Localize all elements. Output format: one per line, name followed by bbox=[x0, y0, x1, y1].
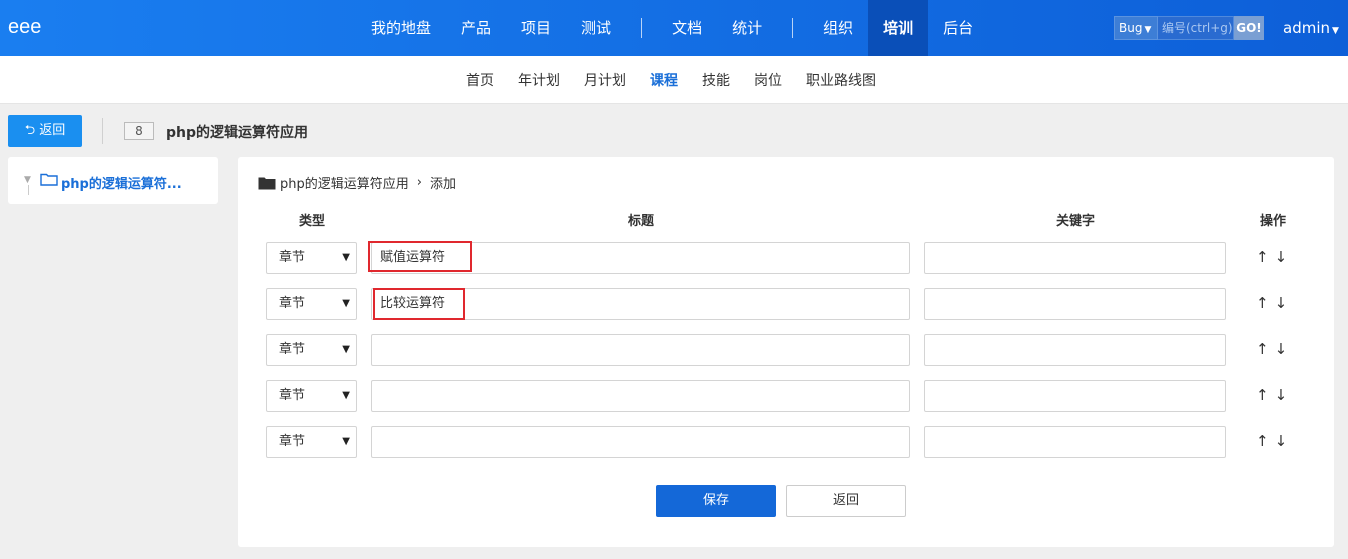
title-input[interactable]: 赋值运算符 bbox=[371, 242, 910, 274]
nav-item-my[interactable]: 我的地盘 bbox=[356, 0, 446, 56]
main-nav: 我的地盘 产品 项目 测试 文档 统计 组织 培训 后台 bbox=[356, 0, 988, 56]
caret-down-icon: ▼ bbox=[342, 390, 350, 401]
keywords-input[interactable] bbox=[924, 288, 1226, 320]
search-go-button[interactable]: GO! bbox=[1234, 16, 1264, 40]
search-type-select[interactable]: Bug ▼ bbox=[1114, 16, 1158, 40]
back-button-label: 返回 bbox=[39, 123, 66, 138]
arrow-up-icon[interactable]: ↑ bbox=[1256, 294, 1269, 312]
search-input[interactable]: 编号(ctrl+g) bbox=[1158, 16, 1234, 40]
keywords-input[interactable] bbox=[924, 380, 1226, 412]
brand-logo[interactable]: eee bbox=[8, 16, 41, 39]
nav-item-admin[interactable]: 后台 bbox=[928, 0, 988, 56]
title-input[interactable]: 比较运算符 bbox=[371, 288, 910, 320]
breadcrumb-current: 添加 bbox=[429, 177, 456, 192]
top-navbar: eee 我的地盘 产品 项目 测试 文档 统计 组织 培训 后台 Bug ▼ 编号… bbox=[0, 0, 1348, 56]
undo-icon: ⮌ bbox=[24, 123, 36, 138]
sub-nav: 首页 年计划 月计划 课程 技能 岗位 职业路线图 bbox=[454, 56, 888, 104]
nav-item-doc[interactable]: 文档 bbox=[657, 0, 717, 56]
type-select-value: 章节 bbox=[279, 296, 306, 311]
keywords-input[interactable] bbox=[924, 426, 1226, 458]
nav-item-training[interactable]: 培训 bbox=[868, 0, 929, 56]
save-button[interactable]: 保存 bbox=[656, 485, 776, 517]
keywords-input[interactable] bbox=[924, 334, 1226, 366]
breadcrumb: php的逻辑运算符应用 › 添加 bbox=[258, 173, 456, 192]
caret-down-icon: ▼ bbox=[342, 298, 350, 309]
subnav-item-roadmap[interactable]: 职业路线图 bbox=[794, 70, 888, 90]
header-keywords: 关键字 bbox=[1056, 214, 1096, 229]
user-name: admin bbox=[1283, 19, 1330, 37]
header-title: 标题 bbox=[628, 214, 655, 229]
page-title: php的逻辑运算符应用 bbox=[166, 125, 309, 141]
nav-divider bbox=[641, 18, 643, 38]
caret-down-icon: ▼ bbox=[1144, 25, 1152, 35]
toolbar-divider bbox=[102, 118, 103, 144]
global-search: Bug ▼ 编号(ctrl+g) GO! bbox=[1114, 16, 1264, 40]
subnav-item-yearplan[interactable]: 年计划 bbox=[506, 70, 572, 90]
header-type: 类型 bbox=[299, 214, 326, 229]
arrow-down-icon[interactable]: ↓ bbox=[1275, 432, 1288, 450]
type-select[interactable]: 章节 ▼ bbox=[266, 380, 357, 412]
nav-item-test[interactable]: 测试 bbox=[566, 0, 626, 56]
tree-expand-icon[interactable]: ▼ bbox=[24, 175, 31, 185]
arrow-down-icon[interactable]: ↓ bbox=[1275, 340, 1288, 358]
type-select[interactable]: 章节 ▼ bbox=[266, 288, 357, 320]
nav-item-company[interactable]: 组织 bbox=[808, 0, 868, 56]
row-actions: ↑ ↓ bbox=[1256, 294, 1293, 312]
arrow-down-icon[interactable]: ↓ bbox=[1275, 248, 1288, 266]
course-tree-panel: ▼ php的逻辑运算符... bbox=[8, 157, 218, 204]
tree-line bbox=[28, 185, 29, 195]
user-menu[interactable]: admin ▼ bbox=[1283, 19, 1339, 37]
sub-navbar: 首页 年计划 月计划 课程 技能 岗位 职业路线图 bbox=[0, 56, 1348, 104]
folder-icon bbox=[258, 177, 276, 189]
caret-down-icon: ▼ bbox=[342, 436, 350, 447]
type-select[interactable]: 章节 ▼ bbox=[266, 426, 357, 458]
type-select[interactable]: 章节 ▼ bbox=[266, 334, 357, 366]
search-type-label: Bug bbox=[1119, 21, 1143, 35]
subnav-item-home[interactable]: 首页 bbox=[454, 70, 506, 90]
type-select-value: 章节 bbox=[279, 250, 306, 265]
tree-root-label[interactable]: php的逻辑运算符... bbox=[61, 173, 182, 192]
type-select-value: 章节 bbox=[279, 342, 306, 357]
row-actions: ↑ ↓ bbox=[1256, 432, 1293, 450]
caret-down-icon: ▼ bbox=[342, 252, 350, 263]
subnav-item-monthplan[interactable]: 月计划 bbox=[572, 70, 638, 90]
title-input[interactable] bbox=[371, 426, 910, 458]
arrow-down-icon[interactable]: ↓ bbox=[1275, 294, 1288, 312]
nav-divider bbox=[792, 18, 794, 38]
course-id-badge: 8 bbox=[124, 122, 154, 140]
caret-down-icon: ▼ bbox=[1332, 26, 1339, 36]
subnav-item-course[interactable]: 课程 bbox=[638, 70, 690, 90]
type-select-value: 章节 bbox=[279, 434, 306, 449]
title-input[interactable] bbox=[371, 334, 910, 366]
subnav-item-skill[interactable]: 技能 bbox=[690, 70, 742, 90]
title-input[interactable] bbox=[371, 380, 910, 412]
keywords-input[interactable] bbox=[924, 242, 1226, 274]
header-actions: 操作 bbox=[1260, 214, 1287, 229]
folder-outline-icon bbox=[40, 173, 58, 186]
arrow-up-icon[interactable]: ↑ bbox=[1256, 248, 1269, 266]
type-select-value: 章节 bbox=[279, 388, 306, 403]
nav-item-product[interactable]: 产品 bbox=[446, 0, 506, 56]
subnav-item-post[interactable]: 岗位 bbox=[742, 70, 794, 90]
arrow-up-icon[interactable]: ↑ bbox=[1256, 340, 1269, 358]
arrow-down-icon[interactable]: ↓ bbox=[1275, 386, 1288, 404]
chevron-right-icon: › bbox=[416, 175, 422, 190]
type-select[interactable]: 章节 ▼ bbox=[266, 242, 357, 274]
nav-item-project[interactable]: 项目 bbox=[506, 0, 566, 56]
arrow-up-icon[interactable]: ↑ bbox=[1256, 386, 1269, 404]
row-actions: ↑ ↓ bbox=[1256, 340, 1293, 358]
row-actions: ↑ ↓ bbox=[1256, 248, 1293, 266]
nav-item-report[interactable]: 统计 bbox=[717, 0, 777, 56]
caret-down-icon: ▼ bbox=[342, 344, 350, 355]
back-button[interactable]: ⮌ 返回 bbox=[8, 115, 82, 147]
row-actions: ↑ ↓ bbox=[1256, 386, 1293, 404]
main-panel: php的逻辑运算符应用 › 添加 类型 标题 关键字 操作 章节 ▼ 赋值运算符 … bbox=[238, 157, 1334, 547]
return-button[interactable]: 返回 bbox=[786, 485, 906, 517]
breadcrumb-course[interactable]: php的逻辑运算符应用 bbox=[280, 173, 409, 192]
arrow-up-icon[interactable]: ↑ bbox=[1256, 432, 1269, 450]
